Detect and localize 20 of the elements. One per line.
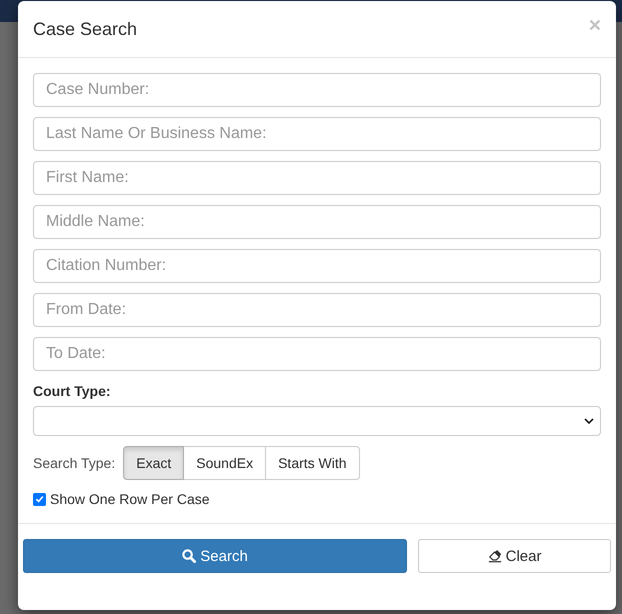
- text-field[interactable]: First Name:: [33, 161, 601, 195]
- search-icon: [182, 549, 196, 563]
- search-type-toggle[interactable]: Starts With: [265, 446, 360, 480]
- chevron-down-icon: [584, 418, 594, 424]
- search-type-toggle[interactable]: Exact: [123, 446, 184, 480]
- text-field[interactable]: Case Number:: [33, 73, 601, 107]
- checkbox-label: Show One Row Per Case: [50, 491, 210, 507]
- text-field[interactable]: Last Name Or Business Name:: [33, 117, 601, 151]
- search-type-toggle[interactable]: SoundEx: [183, 446, 266, 480]
- text-field[interactable]: Citation Number:: [33, 249, 601, 283]
- search-type-label: Search Type:: [33, 455, 116, 471]
- text-field[interactable]: From Date:: [33, 293, 601, 327]
- clear-button[interactable]: Clear: [418, 539, 611, 573]
- search-button[interactable]: Search: [23, 539, 408, 573]
- text-field[interactable]: To Date:: [33, 337, 601, 371]
- checkbox[interactable]: [33, 492, 46, 506]
- modal-title: Case Search: [33, 18, 138, 41]
- eraser-icon: [488, 549, 502, 563]
- court-type-label: Court Type:: [33, 382, 111, 401]
- text-field[interactable]: Middle Name:: [33, 205, 601, 239]
